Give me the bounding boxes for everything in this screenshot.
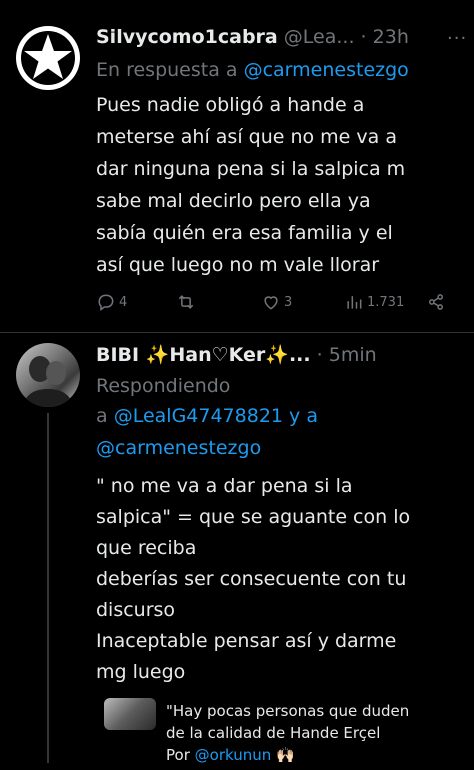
tweet-line: " no me va a dar pena si la [96,475,353,497]
like-count: 3 [284,294,293,310]
views-icon [347,296,362,309]
reply-to-link[interactable]: @carmenestezgo [244,59,409,81]
views-button[interactable]: 1.731 [344,292,404,312]
thread-line [47,413,49,763]
tweet-silvycomo1cabra[interactable]: Silvycomo1cabra @Lea... · 23h ··· En res… [0,0,474,340]
display-name[interactable]: Silvycomo1cabra [96,26,278,48]
quote-emoji: 🙌🏻 [276,746,295,764]
tweet-line: discurso [96,599,176,621]
quote-thumbnail[interactable] [104,698,156,730]
share-icon [429,294,443,310]
tweet-line: Inaceptable pensar así y darme [96,630,397,652]
share-button[interactable] [426,292,446,312]
retweet-button[interactable] [176,292,196,312]
quote-line: "Hay pocas personas que duden [166,702,410,720]
action-bar: 4 3 1.731 [96,290,456,314]
timestamp[interactable]: 23h [373,26,409,48]
quote-handle-link[interactable]: @orkunun [195,746,272,764]
more-options-icon[interactable]: ··· [447,28,467,49]
tweet-line: Pues nadie obligó a hande a [96,94,365,116]
display-name[interactable]: BIBI ✨Han♡Ker✨... [96,344,311,366]
avatar-photo[interactable] [16,343,80,407]
tweet-line: sabe mal decirlo pero ella ya [96,190,371,212]
timestamp[interactable]: 5min [329,344,377,366]
tweet-text: " no me va a dar pena si la salpica" = q… [96,471,456,688]
tweet-line: dar ninguna pena si la salpica m [96,158,406,180]
separator: · [360,26,367,48]
tweet-line: meterse ahí así que no me va a [96,126,397,148]
reply-prefix: Respondiendo [96,375,231,397]
reply-y-a: y a [289,405,318,427]
reply-count: 4 [119,294,128,310]
reply-to-link-2[interactable]: @carmenestezgo [96,437,261,459]
like-button[interactable]: 3 [261,292,292,312]
tweet-line: mg luego [96,661,186,683]
reply-a: a [96,405,108,427]
tweet-text: Pues nadie obligó a hande a meterse ahí … [96,89,456,281]
tweet-line: sabía quién era esa familia y el [96,222,393,244]
handle[interactable]: @Lea... [284,26,355,48]
reply-button[interactable]: 4 [96,292,127,312]
tweet-line: deberías ser consecuente con tu [96,568,407,590]
tweet-line: salpica" = que se aguante con lo [96,506,411,528]
reply-prefix: En respuesta a [96,59,238,81]
heart-icon [264,296,278,310]
quote-line: de la calidad de Hande Erçel [166,724,381,742]
quote-by: Por [166,746,190,764]
tweet-line: que reciba [96,537,197,559]
separator: · [316,344,323,366]
avatar-star-icon[interactable] [16,26,80,90]
reply-icon [98,294,114,311]
retweet-icon [178,295,194,309]
tweet-line: así que luego no m vale llorar [96,254,380,276]
reply-to-link-1[interactable]: @LealG47478821 [114,405,283,427]
views-count: 1.731 [367,294,405,310]
quote-preview-text[interactable]: "Hay pocas personas que duden de la cali… [166,700,466,766]
